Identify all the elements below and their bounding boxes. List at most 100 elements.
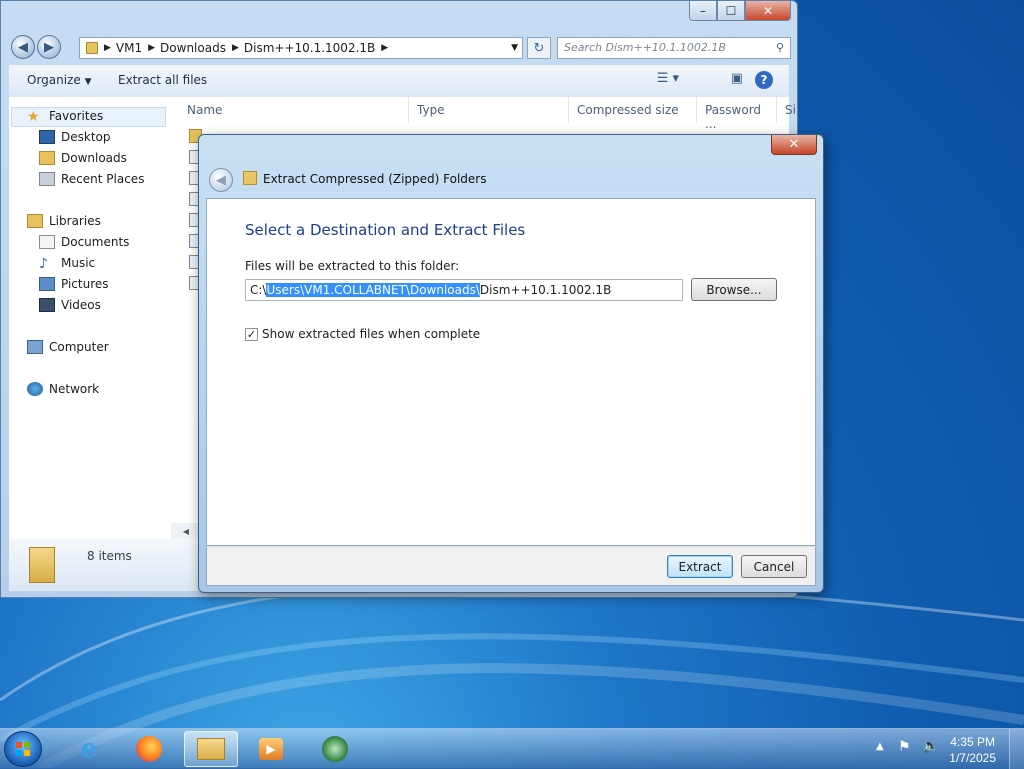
extract-dialog: ✕ ◀ Extract Compressed (Zipped) Folders … xyxy=(198,134,824,593)
search-input[interactable]: Search Dism++10.1.1002.1B ⚲ xyxy=(557,37,791,59)
nav-recent-places[interactable]: Recent Places xyxy=(39,172,144,186)
show-files-checkbox[interactable]: ✓ xyxy=(245,327,258,341)
taskbar-internet-explorer[interactable]: e xyxy=(62,731,116,767)
recent-places-icon xyxy=(39,172,55,186)
system-tray: ▲ ⚑ 🔈 4:35 PM 1/7/2025 xyxy=(854,729,1024,769)
media-player-icon: ▶ xyxy=(259,738,283,760)
breadcrumb-arrow-icon: ▶ xyxy=(104,43,111,53)
dialog-heading: Select a Destination and Extract Files xyxy=(245,221,526,239)
taskbar-firefox[interactable] xyxy=(122,731,176,767)
nav-network[interactable]: Network xyxy=(27,382,99,396)
internet-explorer-icon: e xyxy=(80,734,98,764)
maximize-button[interactable]: ☐ xyxy=(717,1,745,21)
preview-pane-icon[interactable]: ▣ xyxy=(731,71,743,86)
column-header-type[interactable]: Type xyxy=(409,97,569,123)
folder-icon xyxy=(86,42,98,54)
destination-label: Files will be extracted to this folder: xyxy=(245,259,460,273)
nav-favorites[interactable]: ★ Favorites xyxy=(27,109,104,125)
path-suffix: Dism++10.1.1002.1B xyxy=(479,283,612,297)
nav-downloads[interactable]: Downloads xyxy=(39,151,127,165)
nav-documents[interactable]: Documents xyxy=(39,235,129,249)
caption-buttons: – ☐ ✕ xyxy=(689,1,791,21)
volume-muted-icon[interactable]: 🔈 xyxy=(922,738,939,754)
music-icon: ♪ xyxy=(39,256,48,272)
nav-music[interactable]: ♪ Music xyxy=(39,256,96,272)
extract-button[interactable]: Extract xyxy=(667,555,733,578)
column-header-compressed-size[interactable]: Compressed size xyxy=(569,97,697,123)
item-count: 8 items xyxy=(87,549,132,563)
nav-label: Recent Places xyxy=(61,172,145,186)
nav-label: Libraries xyxy=(49,214,101,228)
clock[interactable]: 4:35 PM 1/7/2025 xyxy=(949,734,996,766)
dialog-title: Extract Compressed (Zipped) Folders xyxy=(263,172,487,186)
firefox-icon xyxy=(136,736,162,762)
forward-button[interactable]: ▶ xyxy=(37,35,61,59)
navigation-bar: ◀ ▶ ▶ VM1 ▶ Downloads ▶ Dism++10.1.1002.… xyxy=(9,33,791,61)
organize-button[interactable]: Organize ▼ xyxy=(27,73,92,87)
search-icon[interactable]: ⚲ xyxy=(776,41,784,54)
taskbar-media-player[interactable]: ▶ xyxy=(244,731,298,767)
breadcrumb-vm1[interactable]: VM1 xyxy=(116,41,142,55)
computer-icon xyxy=(27,340,43,354)
downloads-folder-icon xyxy=(39,151,55,165)
nav-label: Computer xyxy=(49,340,109,354)
zip-folder-icon xyxy=(243,171,257,185)
show-files-checkbox-label[interactable]: Show extracted files when complete xyxy=(262,327,480,341)
refresh-icon: ↻ xyxy=(533,40,545,56)
close-button[interactable]: ✕ xyxy=(745,1,791,21)
dialog-back-button[interactable]: ◀ xyxy=(209,168,233,192)
taskbar-explorer[interactable] xyxy=(184,731,238,767)
address-dropdown-icon[interactable]: ▼ xyxy=(511,43,518,53)
command-bar: Organize ▼ Extract all files ☰ ▾ ▣ ? xyxy=(9,65,789,98)
nav-computer[interactable]: Computer xyxy=(27,340,109,354)
back-icon: ◀ xyxy=(18,39,28,55)
destination-path-input[interactable]: C:\Users\VM1.COLLABNET\Downloads\Dism++1… xyxy=(245,279,683,301)
action-center-icon[interactable]: ⚑ xyxy=(898,739,911,755)
refresh-button[interactable]: ↻ xyxy=(527,37,551,59)
nav-label: Downloads xyxy=(61,151,127,165)
nav-desktop[interactable]: Desktop xyxy=(39,130,111,144)
breadcrumb-dism[interactable]: Dism++10.1.1002.1B xyxy=(244,41,375,55)
show-hidden-icons-icon[interactable]: ▲ xyxy=(876,741,884,752)
close-icon: ✕ xyxy=(788,137,800,152)
navigation-pane: ★ Favorites Desktop Downloads Recent Plac… xyxy=(9,97,171,539)
start-button[interactable] xyxy=(4,731,42,767)
windows-logo-icon xyxy=(16,742,30,756)
address-bar[interactable]: ▶ VM1 ▶ Downloads ▶ Dism++10.1.1002.1B ▶… xyxy=(79,37,523,59)
minimize-button[interactable]: – xyxy=(689,1,717,21)
path-prefix: C:\ xyxy=(250,283,267,297)
nav-libraries[interactable]: Libraries xyxy=(27,214,101,228)
breadcrumb-arrow-icon: ▶ xyxy=(381,43,389,53)
breadcrumb-downloads[interactable]: Downloads xyxy=(160,41,226,55)
back-button[interactable]: ◀ xyxy=(11,35,35,59)
column-header-name[interactable]: Name xyxy=(179,97,409,123)
cancel-button[interactable]: Cancel xyxy=(741,555,807,578)
taskbar-network-app[interactable] xyxy=(308,731,362,767)
breadcrumb-arrow-icon: ▶ xyxy=(231,43,239,53)
nav-videos[interactable]: Videos xyxy=(39,298,101,312)
show-files-checkbox-row[interactable]: ✓ Show extracted files when complete xyxy=(245,327,480,341)
nav-label: Favorites xyxy=(49,109,104,123)
column-header-size[interactable]: Si xyxy=(777,97,797,123)
zip-folder-icon xyxy=(29,547,55,583)
network-app-icon xyxy=(322,736,348,762)
clock-time: 4:35 PM xyxy=(950,735,995,749)
taskbar: e ▶ ▲ ⚑ 🔈 4:35 PM 1/7/2025 xyxy=(0,728,1024,769)
extract-all-button[interactable]: Extract all files xyxy=(118,73,207,87)
path-selected-text: Users\VM1.COLLABNET\Downloads\ xyxy=(266,283,480,297)
nav-pictures[interactable]: Pictures xyxy=(39,277,109,291)
back-arrow-icon: ◀ xyxy=(216,172,226,188)
nav-label: Pictures xyxy=(61,277,109,291)
column-header-password[interactable]: Password ... xyxy=(697,97,777,131)
browse-button[interactable]: Browse... xyxy=(691,278,777,301)
horizontal-scrollbar[interactable]: ◀ xyxy=(171,523,201,539)
pictures-icon xyxy=(39,277,55,291)
help-icon[interactable]: ? xyxy=(755,71,773,89)
nav-label: Music xyxy=(61,256,96,270)
videos-icon xyxy=(39,298,55,312)
nav-label: Network xyxy=(49,382,100,396)
show-desktop-button[interactable] xyxy=(1009,729,1024,769)
view-options-icon[interactable]: ☰ ▾ xyxy=(657,71,679,86)
star-icon: ★ xyxy=(27,109,40,125)
dialog-close-button[interactable]: ✕ xyxy=(771,135,817,155)
